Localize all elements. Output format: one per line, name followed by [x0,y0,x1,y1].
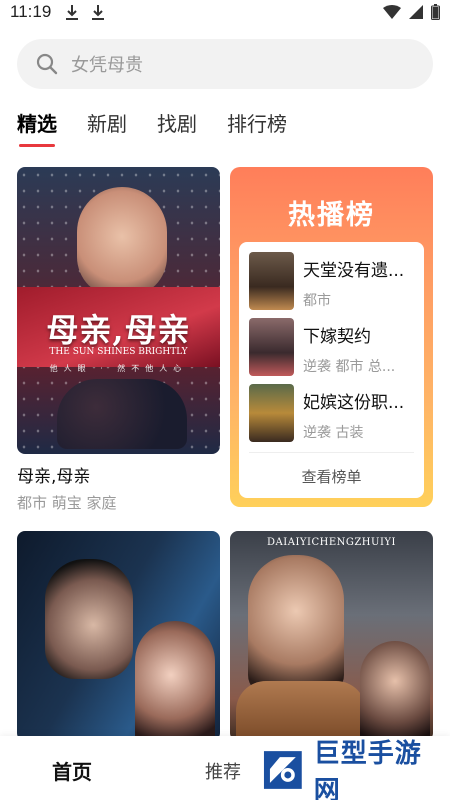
hot-list-panel: 天堂没有遗... 都市 下嫁契约 逆袭 都市 总... 妃嫔这份职... 逆袭 … [239,242,424,498]
hot-item-tags: 逆袭 古装 [303,425,364,441]
poster-title: 母亲,母亲 [46,311,191,349]
drama-title: 母亲,母亲 [17,467,91,487]
poster-actress [135,621,215,741]
download-indicators [65,4,105,20]
hot-item-name: 天堂没有遗... [303,261,405,281]
drama-tags: 都市 萌宝 家庭 [17,494,117,512]
view-ranking-button[interactable]: 查看榜单 [239,466,424,487]
drama-poster[interactable] [17,531,220,741]
search-input[interactable]: 女凭母贵 [17,39,433,89]
tab-featured[interactable]: 精选 [17,108,57,147]
nav-recommend[interactable]: 推荐 [205,758,241,784]
watermark-text: 巨型手游网 [313,739,422,800]
poster-actor [45,559,133,679]
poster-actor [248,555,344,695]
hot-item-tags: 都市 [303,293,331,309]
signal-icon [409,5,423,19]
drama-caption[interactable]: 母亲,母亲 都市 萌宝 家庭 [17,462,117,513]
hot-list-item[interactable]: 天堂没有遗... 都市 [249,252,414,318]
drama-poster[interactable]: DAIAIYICHENGZHUIYI [230,531,433,741]
divider [249,452,414,453]
hot-item-name: 下嫁契约 [303,327,371,347]
hot-list-item[interactable]: 下嫁契约 逆袭 都市 总... [249,318,414,384]
top-tabs: 精选 新剧 找剧 排行榜 [17,108,287,147]
hot-item-thumbnail [249,318,294,376]
poster-title-text: DAIAIYICHENGZHUIYI [267,537,396,548]
tab-new[interactable]: 新剧 [87,108,127,147]
hot-item-thumbnail [249,384,294,442]
poster-children [57,379,187,449]
download-icon [92,5,105,20]
wifi-icon [383,5,401,19]
search-icon [36,53,58,75]
poster-coat [236,681,366,741]
battery-icon [431,4,440,20]
tab-find[interactable]: 找剧 [157,108,197,147]
poster-tagline: 他人眼 · 然不他人心 [49,364,188,373]
drama-poster-mother[interactable]: 母亲,母亲 THE SUN SHINES BRIGHTLY 他人眼 · 然不他人… [17,167,220,454]
search-placeholder: 女凭母贵 [71,55,143,76]
hot-item-thumbnail [249,252,294,310]
poster-actress [77,187,167,297]
tab-ranking[interactable]: 排行榜 [227,108,287,147]
nav-home[interactable]: 首页 [52,756,92,785]
watermark: 巨型手游网 [258,739,448,800]
hot-item-name: 妃嫔这份职... [303,393,405,413]
watermark-logo-icon [263,751,302,789]
hot-list-card: 热播榜 天堂没有遗... 都市 下嫁契约 逆袭 都市 总... 妃嫔这份职...… [230,167,433,507]
poster-actress [360,641,430,741]
hot-list-item[interactable]: 妃嫔这份职... 逆袭 古装 [249,384,414,450]
hot-list-title: 热播榜 [288,200,375,231]
download-icon [66,5,79,20]
status-time: 11:19 [10,2,52,21]
poster-subtitle: THE SUN SHINES BRIGHTLY [49,347,188,357]
status-icons [383,4,440,20]
status-bar: 11:19 [0,0,450,24]
hot-item-tags: 逆袭 都市 总... [303,359,396,375]
